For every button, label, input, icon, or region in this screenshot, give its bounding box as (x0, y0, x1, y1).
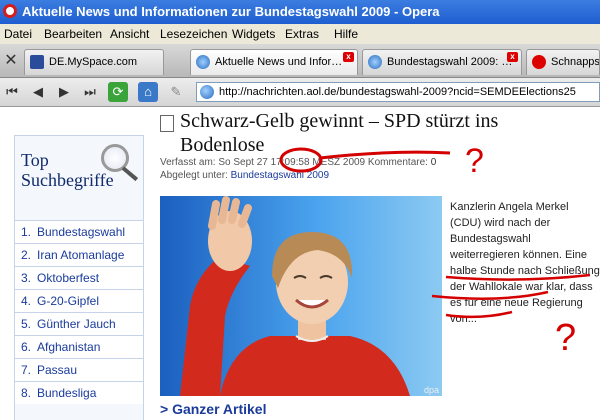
close-tab-icon[interactable]: x (343, 52, 354, 62)
full-article-link[interactable]: > Ganzer Artikel (160, 401, 266, 417)
menu-bearbeiten[interactable]: Bearbeiten (44, 27, 102, 41)
item-number: 5. (21, 317, 32, 331)
tab-bar: ✕ DE.MySpace.com Aktuelle News und Infor… (0, 44, 600, 78)
menu-ansicht[interactable]: Ansicht (110, 27, 149, 41)
list-item[interactable]: 5. Günther Jauch (15, 312, 143, 335)
opera-logo-icon (3, 4, 17, 18)
navigation-bar: ⏮ ◀ ▶ ⏭ ⟳ ⌂ ✎ http://nachrichten.aol.de/… (0, 78, 600, 107)
item-number: 7. (21, 363, 32, 377)
article-meta-filed: Abgelegt unter: Bundestagswahl 2009 (160, 170, 329, 181)
globe-favicon-icon (368, 55, 382, 69)
address-url: http://nachrichten.aol.de/bundestagswahl… (219, 86, 576, 98)
item-number: 4. (21, 294, 32, 308)
address-bar[interactable]: http://nachrichten.aol.de/bundestagswahl… (196, 82, 600, 102)
item-link[interactable]: G-20-Gipfel (37, 294, 99, 308)
filed-label: Abgelegt unter: (160, 170, 228, 181)
comment-count[interactable]: 0 (431, 157, 437, 168)
tab-label: Bundestagswahl 2009: … (387, 56, 513, 68)
forward-arrow-icon[interactable]: ▶ (54, 82, 74, 102)
tab-bundestagswahl[interactable]: Bundestagswahl 2009: … x (362, 49, 522, 75)
item-number: 2. (21, 248, 32, 262)
merkel-photo-illustration (180, 196, 410, 396)
filed-category-link[interactable]: Bundestagswahl 2009 (231, 170, 329, 181)
item-link[interactable]: Bundesliga (37, 386, 96, 400)
item-link[interactable]: Afghanistan (37, 340, 100, 354)
close-tab-icon[interactable]: x (507, 52, 518, 62)
red-favicon-icon (532, 55, 546, 69)
list-item[interactable]: 4. G-20-Gipfel (15, 289, 143, 312)
edit-icon[interactable]: ✎ (166, 82, 186, 102)
top-searches-box: Top Suchbegriffe 1. Bundestagswahl 2. Iran… (14, 135, 144, 420)
article-meta-posted: Verfasst am: So Sept 27 17:09:58 MESZ 20… (160, 157, 436, 168)
page-content: Top Suchbegriffe 1. Bundestagswahl 2. Iran… (0, 107, 600, 420)
fast-forward-icon[interactable]: ⏭ (80, 82, 100, 102)
list-item[interactable]: 7. Passau (15, 358, 143, 381)
posted-date-text: Verfasst am: So Sept 27 17:09:58 MESZ 20… (160, 157, 428, 168)
item-link[interactable]: Passau (37, 363, 77, 377)
menu-hilfe[interactable]: Hilfe (334, 27, 358, 41)
document-icon (160, 115, 174, 132)
window-titlebar: Aktuelle News und Informationen zur Bund… (0, 0, 600, 24)
list-item[interactable]: 6. Afghanistan (15, 335, 143, 358)
list-item[interactable]: 8. Bundesliga (15, 381, 143, 404)
item-number: 3. (21, 271, 32, 285)
tab-myspace[interactable]: DE.MySpace.com (24, 49, 164, 75)
item-number: 1. (21, 225, 32, 239)
tab-label: Aktuelle News und Infor… (215, 56, 343, 68)
top-searches-list: 1. Bundestagswahl 2. Iran Atomanlage 3. Okt… (15, 220, 143, 404)
home-icon[interactable]: ⌂ (138, 82, 158, 102)
article-photo[interactable]: dpa (160, 196, 442, 396)
menu-extras[interactable]: Extras (285, 27, 319, 41)
article-teaser: Kanzlerin Angela Merkel (CDU) wird nach … (450, 201, 600, 325)
list-item[interactable]: 2. Iran Atomanlage (15, 243, 143, 266)
list-item[interactable]: 3. Oktoberfest (15, 266, 143, 289)
menu-datei[interactable]: Datei (4, 27, 32, 41)
tab-aol-news[interactable]: Aktuelle News und Infor… x (190, 49, 358, 75)
tools-icon[interactable]: ✕ (2, 50, 20, 70)
list-item[interactable]: 1. Bundestagswahl (15, 220, 143, 243)
magnifier-handle-icon (121, 166, 139, 182)
heading-line-2: Suchbegriffe (21, 170, 114, 190)
item-number: 8. (21, 386, 32, 400)
back-arrow-icon[interactable]: ◀ (28, 82, 48, 102)
item-link[interactable]: Oktoberfest (37, 271, 99, 285)
rewind-icon[interactable]: ⏮ (2, 82, 22, 102)
article-headline: Schwarz-Gelb gewinnt – SPD stürzt ins Bo… (180, 110, 499, 156)
item-link[interactable]: Iran Atomanlage (37, 248, 124, 262)
heading-line-1: Top (21, 150, 49, 170)
tab-label: DE.MySpace.com (49, 56, 138, 68)
tab-schnappschuss[interactable]: Schnappsc (526, 49, 600, 75)
tab-label: Schnappsc (551, 56, 600, 68)
menu-widgets[interactable]: Widgets (232, 27, 275, 41)
myspace-favicon-icon (30, 55, 44, 69)
item-link[interactable]: Günther Jauch (37, 317, 116, 331)
window-title: Aktuelle News und Informationen zur Bund… (22, 4, 440, 19)
menu-lesezeichen[interactable]: Lesezeichen (160, 27, 227, 41)
reload-icon[interactable]: ⟳ (108, 82, 128, 102)
photo-credit: dpa (423, 385, 439, 395)
menu-bar: Datei Bearbeiten Ansicht Lesezeichen Wid… (0, 24, 600, 44)
globe-icon (200, 85, 214, 99)
item-number: 6. (21, 340, 32, 354)
top-searches-heading: Top Suchbegriffe (21, 150, 114, 190)
globe-favicon-icon (196, 55, 210, 69)
item-link[interactable]: Bundestagswahl (37, 225, 125, 239)
